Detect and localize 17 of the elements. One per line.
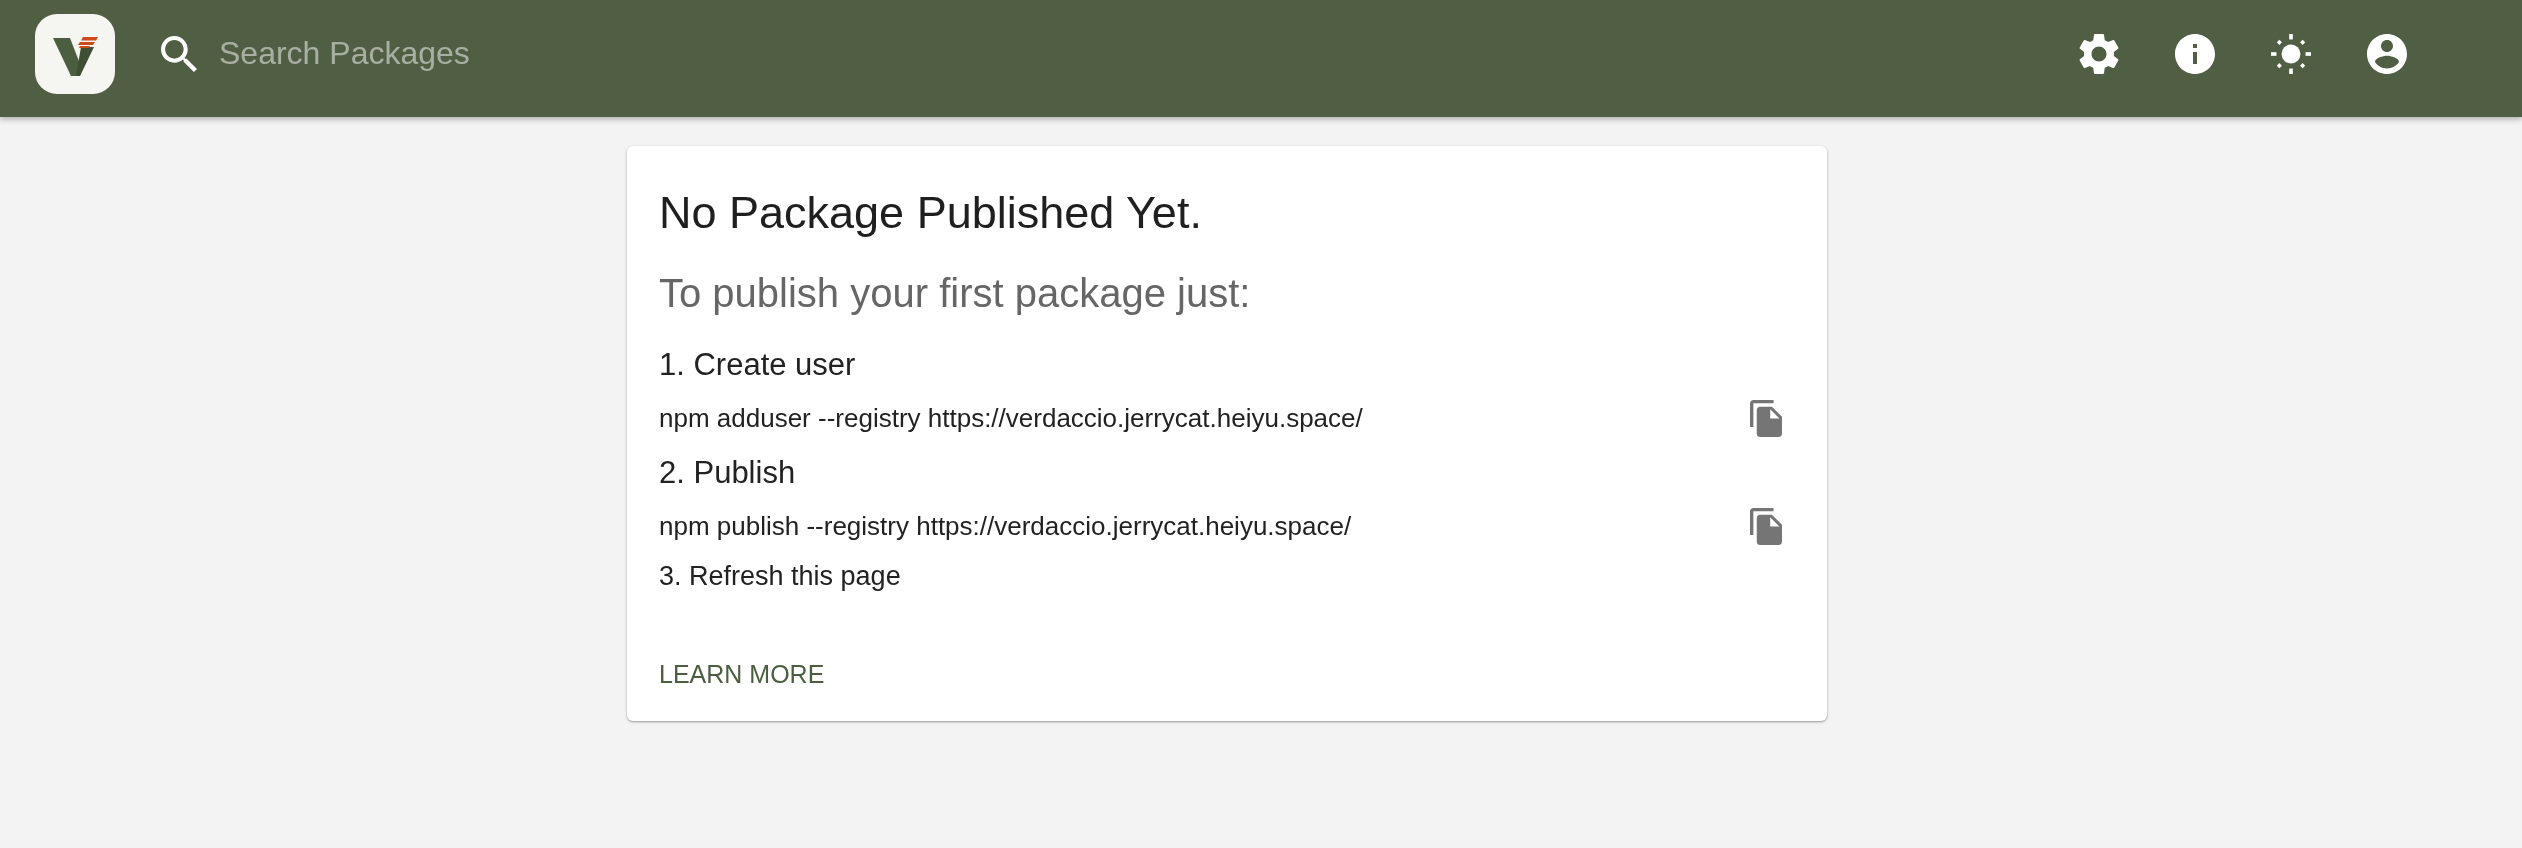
sun-icon[interactable] (2271, 33, 2311, 74)
step-heading: 1. Create user (659, 346, 856, 384)
card-subtitle: To publish your first package just: (659, 270, 1251, 317)
info-icon[interactable] (2175, 33, 2215, 74)
copy-icon[interactable] (1750, 399, 1782, 437)
search-field[interactable]: Search Packages (219, 31, 979, 76)
command-text: npm publish --registry https://verdaccio.jerrycat.heiyu.space/ (659, 510, 1352, 543)
logo-icon[interactable] (35, 13, 115, 94)
learn-more-button[interactable]: LEARN MORE (647, 651, 837, 697)
copy-icon[interactable] (1750, 507, 1782, 545)
step-text: 3. Refresh this page (659, 560, 901, 593)
command-text: npm adduser --registry https://verdaccio.jerrycat.heiyu.space/ (659, 402, 1363, 435)
search-icon (161, 35, 197, 72)
account-icon[interactable] (2367, 33, 2407, 74)
settings-icon[interactable] (2079, 33, 2119, 74)
card-title: No Package Published Yet. (659, 186, 1202, 240)
step-heading: 2. Publish (659, 454, 796, 492)
